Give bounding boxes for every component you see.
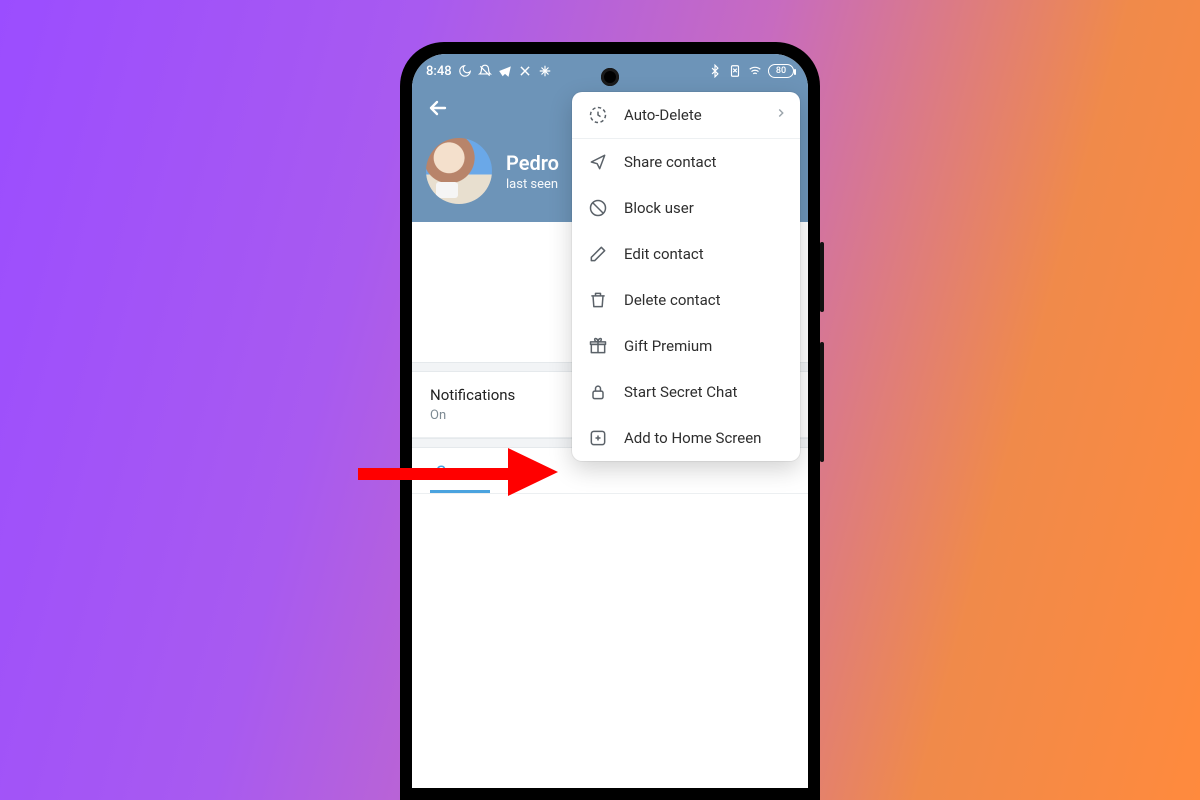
share-icon [588,152,608,172]
moon-icon [458,64,472,78]
menu-edit-contact[interactable]: Edit contact [572,231,800,277]
menu-block-user[interactable]: Block user [572,185,800,231]
menu-auto-delete[interactable]: Auto-Delete [572,92,800,139]
add-home-icon [588,428,608,448]
gift-icon [588,336,608,356]
wifi-icon [748,64,762,78]
menu-share-contact[interactable]: Share contact [572,139,800,185]
sparkle-icon [538,64,552,78]
status-time: 8:48 [426,64,452,79]
menu-item-label: Add to Home Screen [624,429,761,447]
menu-item-label: Start Secret Chat [624,383,737,401]
block-icon [588,198,608,218]
menu-item-label: Edit contact [624,245,704,263]
last-seen-label: last seen [506,177,559,192]
front-camera [601,68,619,86]
battery-indicator: 80 [768,64,794,78]
context-menu: Auto-Delete Share contact Block user Edi… [572,92,800,461]
bluetooth-icon [708,64,722,78]
menu-item-label: Auto-Delete [624,106,702,124]
annotation-arrow [358,452,568,492]
chevron-right-icon [774,106,788,124]
dnd-icon [478,64,492,78]
phone-screen: 8:48 80 [412,54,808,788]
phone-frame: 8:48 80 [400,42,820,800]
back-button[interactable] [426,96,450,120]
gradient-background: 8:48 80 [0,0,1200,800]
avatar[interactable] [426,138,492,204]
no-sim-icon [728,64,742,78]
lock-icon [588,382,608,402]
phone-side-button [820,342,824,462]
contact-name: Pedro [506,151,559,175]
x-icon [518,64,532,78]
menu-add-home-screen[interactable]: Add to Home Screen [572,415,800,461]
timer-icon [588,105,608,125]
pencil-icon [588,244,608,264]
menu-item-label: Block user [624,199,694,217]
telegram-icon [498,64,512,78]
menu-gift-premium[interactable]: Gift Premium [572,323,800,369]
menu-item-label: Gift Premium [624,337,712,355]
trash-icon [588,290,608,310]
menu-start-secret-chat[interactable]: Start Secret Chat [572,369,800,415]
menu-item-label: Share contact [624,153,716,171]
groups-content [412,494,808,788]
phone-side-button [820,242,824,312]
menu-delete-contact[interactable]: Delete contact [572,277,800,323]
menu-item-label: Delete contact [624,291,721,309]
